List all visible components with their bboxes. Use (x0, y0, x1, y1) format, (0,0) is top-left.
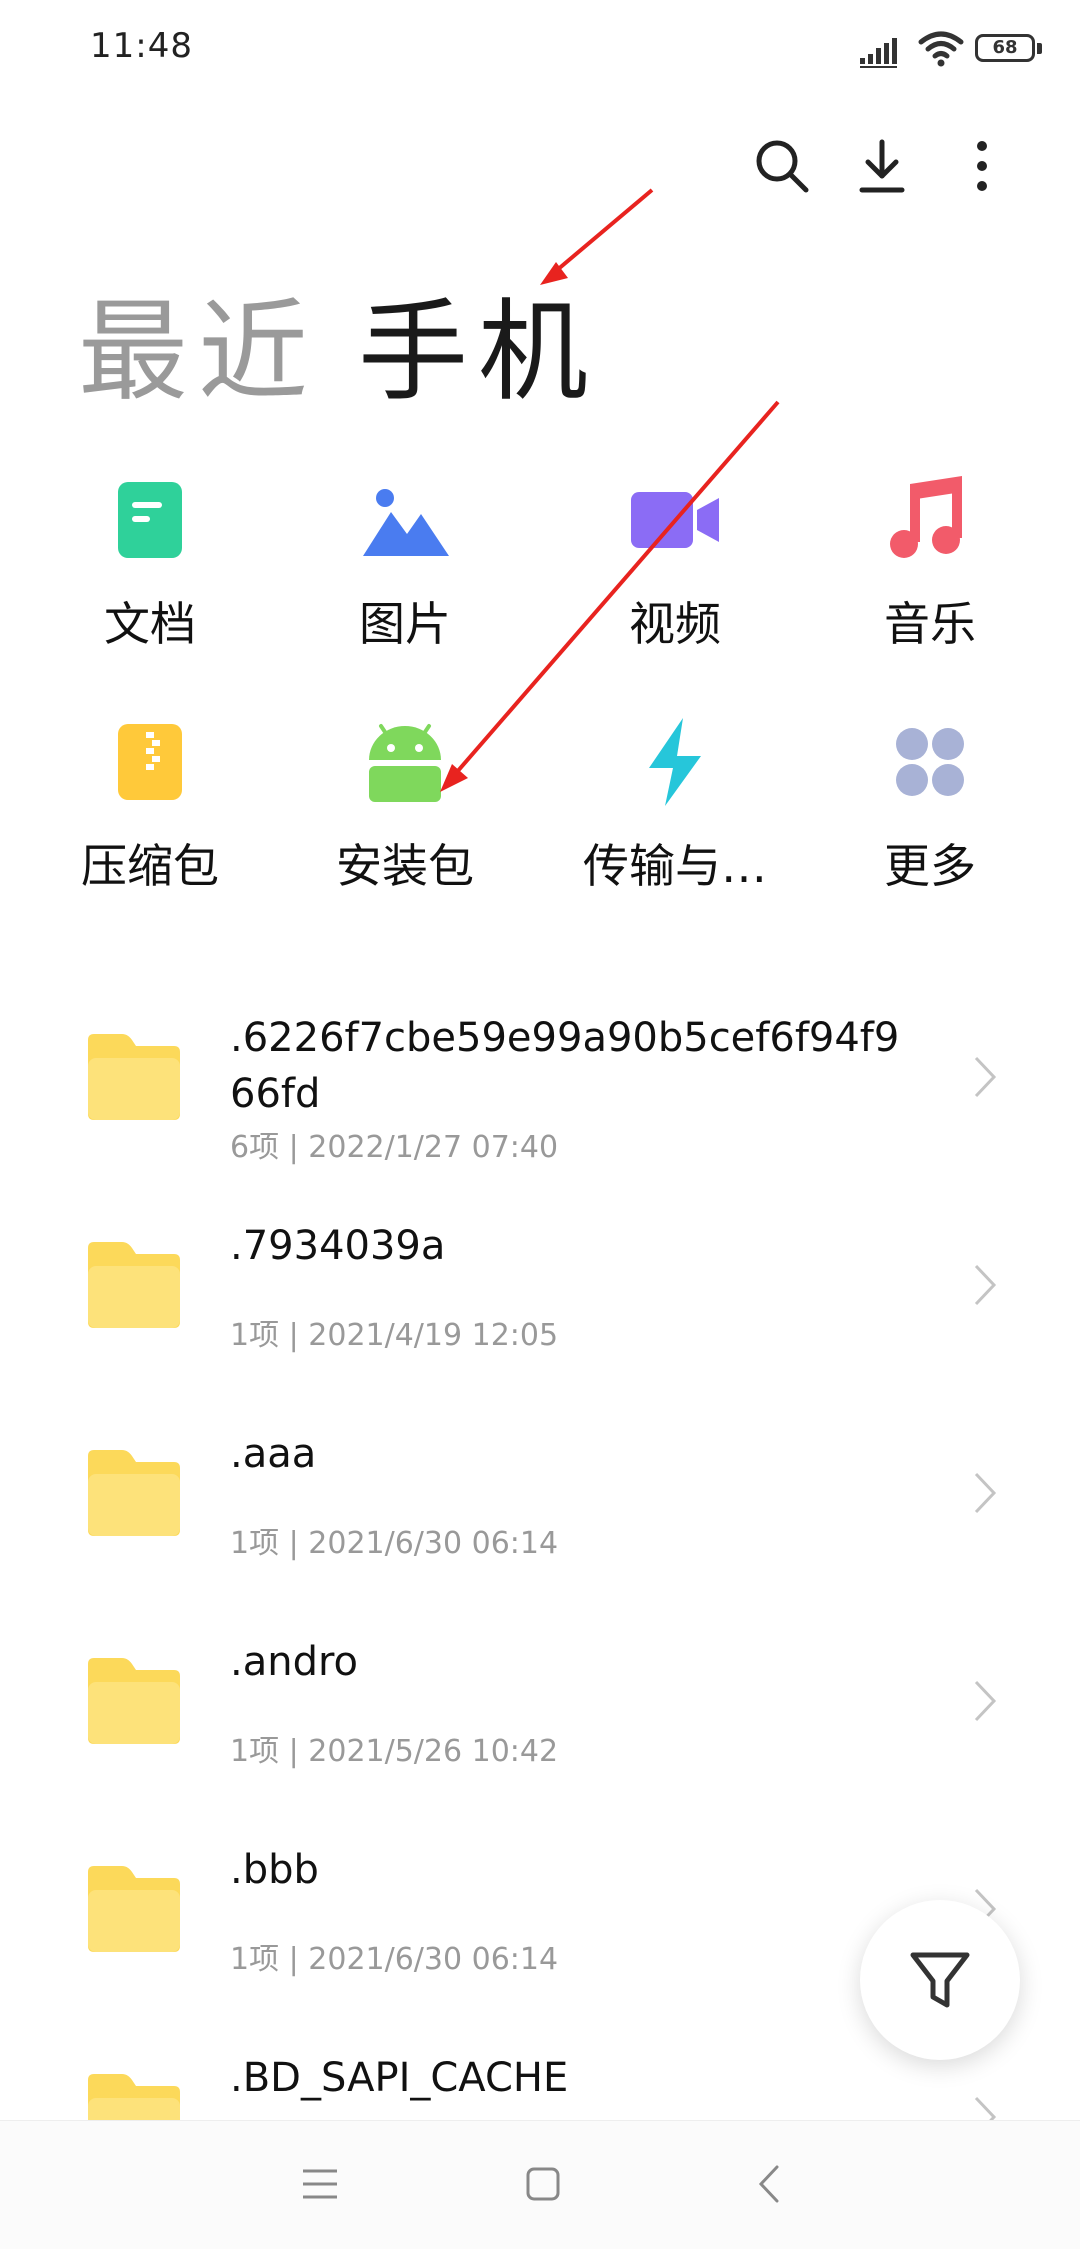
list-item[interactable]: .7934039a 1项 | 2021/4/19 12:05 (0, 1218, 1080, 1408)
chevron-right-icon (974, 1056, 997, 1098)
folder-name: .6226f7cbe59e99a90b5cef6f94f966fd (230, 1015, 900, 1117)
music-icon (890, 476, 962, 558)
category-label: 音乐 (884, 597, 976, 651)
category-label: 安装包 (336, 839, 474, 893)
filter-button[interactable] (860, 1900, 1020, 2060)
battery-level: 68 (975, 34, 1035, 62)
nav-bar (0, 2120, 1080, 2249)
battery-indicator: 68 (975, 34, 1045, 66)
back-icon[interactable] (745, 2159, 795, 2209)
download-icon[interactable] (852, 136, 912, 196)
folder-icon (88, 2074, 180, 2120)
android-icon (369, 724, 441, 802)
video-icon (631, 492, 719, 548)
folder-icon (88, 1658, 180, 1744)
category-documents[interactable]: 文档 (20, 470, 280, 654)
category-apks[interactable]: 安装包 (275, 712, 535, 896)
folder-name: .7934039a (230, 1223, 446, 1269)
folder-name: .aaa (230, 1431, 317, 1477)
category-label: 更多 (884, 839, 976, 893)
category-videos[interactable]: 视频 (545, 470, 805, 654)
folder-meta: 1项 | 2021/5/26 10:42 (230, 1734, 559, 1769)
category-label: 视频 (629, 597, 721, 651)
folder-name: .bbb (230, 1847, 319, 1893)
folder-meta: 1项 | 2021/4/19 12:05 (230, 1318, 559, 1353)
search-icon[interactable] (752, 136, 812, 196)
folder-icon (88, 1450, 180, 1536)
folder-meta: 1项 | 2021/6/30 06:14 (230, 1526, 559, 1561)
folder-icon (88, 1242, 180, 1328)
document-icon (118, 482, 182, 558)
status-bar: 11:48 68 (0, 0, 1080, 100)
chevron-right-icon (974, 1680, 997, 1722)
status-time: 11:48 (90, 26, 193, 66)
filter-icon (910, 1952, 970, 2008)
folder-meta: 1项 | 2021/6/30 06:14 (230, 1942, 559, 1977)
list-item[interactable]: .6226f7cbe59e99a90b5cef6f94f966fd 6项 | 2… (0, 1010, 1080, 1200)
category-archives[interactable]: 压缩包 (20, 712, 280, 896)
menu-icon[interactable] (295, 2159, 345, 2209)
folder-name: .andro (230, 1639, 359, 1685)
more-grid-icon (896, 728, 964, 796)
folder-icon (88, 1866, 180, 1952)
image-icon (363, 489, 449, 556)
category-images[interactable]: 图片 (275, 470, 535, 654)
home-icon[interactable] (518, 2159, 568, 2209)
chevron-right-icon (974, 1472, 997, 1514)
transfer-icon (649, 718, 701, 806)
category-music[interactable]: 音乐 (800, 470, 1060, 654)
wifi-icon (918, 31, 964, 67)
category-label: 文档 (104, 597, 196, 651)
archive-icon (118, 724, 182, 800)
tab-recent[interactable]: 最近 (78, 262, 318, 422)
list-item[interactable]: .BD_SAPI_CACHE (0, 2050, 1080, 2120)
chevron-right-icon (974, 2096, 997, 2120)
category-transfer[interactable]: 传输与… (545, 712, 805, 896)
folder-name: .BD_SAPI_CACHE (230, 2055, 569, 2101)
tab-phone[interactable]: 手机 (358, 262, 598, 422)
category-label: 压缩包 (81, 839, 219, 893)
list-item[interactable]: .andro 1项 | 2021/5/26 10:42 (0, 1634, 1080, 1824)
chevron-right-icon (974, 1264, 997, 1306)
category-label: 图片 (359, 597, 451, 651)
signal-icon (860, 38, 897, 68)
category-more[interactable]: 更多 (800, 712, 1060, 896)
list-item[interactable]: .aaa 1项 | 2021/6/30 06:14 (0, 1426, 1080, 1616)
folder-icon (88, 1034, 180, 1120)
battery-tip (1037, 43, 1042, 54)
more-vertical-icon[interactable] (952, 136, 1012, 196)
tab-bar: 最近 手机 (78, 262, 598, 416)
folder-meta: 6项 | 2022/1/27 07:40 (230, 1130, 559, 1165)
category-label: 传输与… (583, 839, 767, 893)
